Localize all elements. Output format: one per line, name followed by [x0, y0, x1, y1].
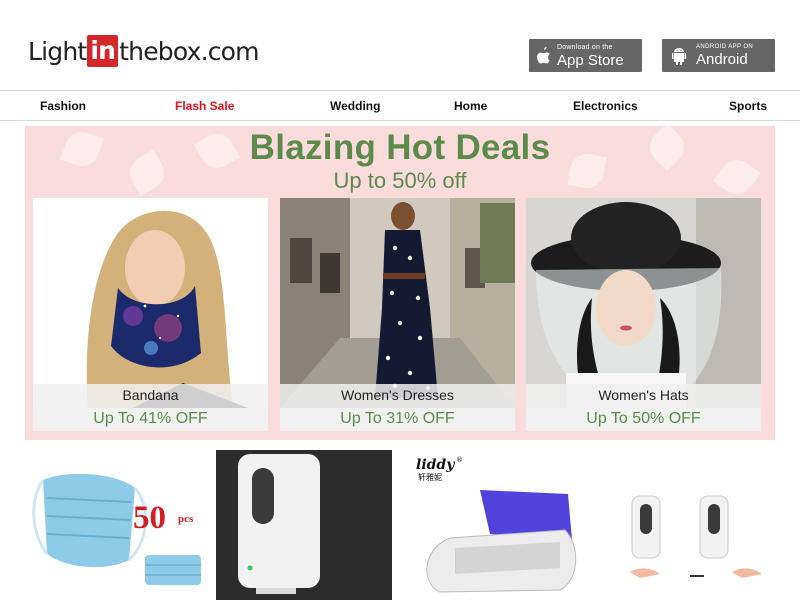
site-header: Light in thebox.com Download on the App St…: [0, 0, 800, 90]
site-logo[interactable]: Light in thebox.com: [28, 33, 260, 69]
sterilizer-brand: liddy: [416, 457, 455, 473]
product-uv-sterilizer[interactable]: liddy ® 轩雅妮: [410, 450, 590, 600]
mask-count-unit: pcs: [178, 513, 194, 525]
deal-card-name: Bandana: [33, 384, 268, 408]
deal-card-womens-hats[interactable]: Women's Hats Up To 50% OFF: [526, 198, 761, 431]
banner-title: Blazing Hot Deals: [249, 128, 551, 167]
sterilizer-brand-mark: ®: [456, 456, 463, 464]
deal-card-offer: Up To 31% OFF: [280, 408, 515, 431]
nav-item-electronics[interactable]: Electronics: [573, 99, 638, 113]
apple-icon: [529, 39, 557, 72]
android-icon: [662, 39, 696, 72]
product-sensor-dispensers[interactable]: [600, 450, 800, 600]
android-app-button[interactable]: ANDROID APP ON Android: [662, 39, 775, 72]
deal-card-offer: Up To 41% OFF: [33, 408, 268, 431]
banner-subtitle: Up to 50% off: [333, 168, 467, 193]
nav-item-home[interactable]: Home: [454, 99, 487, 113]
logo-text-thebox: thebox.com: [119, 36, 259, 66]
logo-text-light: Light: [28, 36, 87, 66]
hat-photo: [526, 198, 761, 408]
deal-card-womens-dresses[interactable]: Women's Dresses Up To 31% OFF: [280, 198, 515, 431]
product-soap-dispenser[interactable]: [216, 450, 392, 600]
nav-item-sports[interactable]: Sports: [729, 99, 767, 113]
deal-card-name: Women's Hats: [526, 384, 761, 408]
android-caption: ANDROID APP ON: [696, 44, 754, 50]
android-label: Android: [696, 51, 748, 68]
bandana-photo: [33, 198, 268, 408]
sterilizer-brand-chinese: 轩雅妮: [418, 472, 442, 482]
app-store-button[interactable]: Download on the App Store: [529, 39, 642, 72]
nav-item-flash-sale[interactable]: Flash Sale: [175, 99, 234, 113]
main-nav: Fashion Flash Sale Wedding Home Electron…: [0, 90, 800, 121]
deal-card-name: Women's Dresses: [280, 384, 515, 408]
dress-photo: [280, 198, 515, 408]
app-store-caption: Download on the: [557, 43, 613, 51]
deal-card-bandana[interactable]: Bandana Up To 41% OFF: [33, 198, 268, 431]
mask-count-badge: 50: [133, 500, 166, 536]
nav-item-wedding[interactable]: Wedding: [330, 99, 380, 113]
deal-card-offer: Up To 50% OFF: [526, 408, 761, 431]
nav-item-fashion[interactable]: Fashion: [40, 99, 86, 113]
product-face-masks[interactable]: 50 pcs: [25, 450, 210, 600]
logo-text-in: in: [87, 35, 119, 67]
app-store-label: App Store: [557, 51, 624, 69]
